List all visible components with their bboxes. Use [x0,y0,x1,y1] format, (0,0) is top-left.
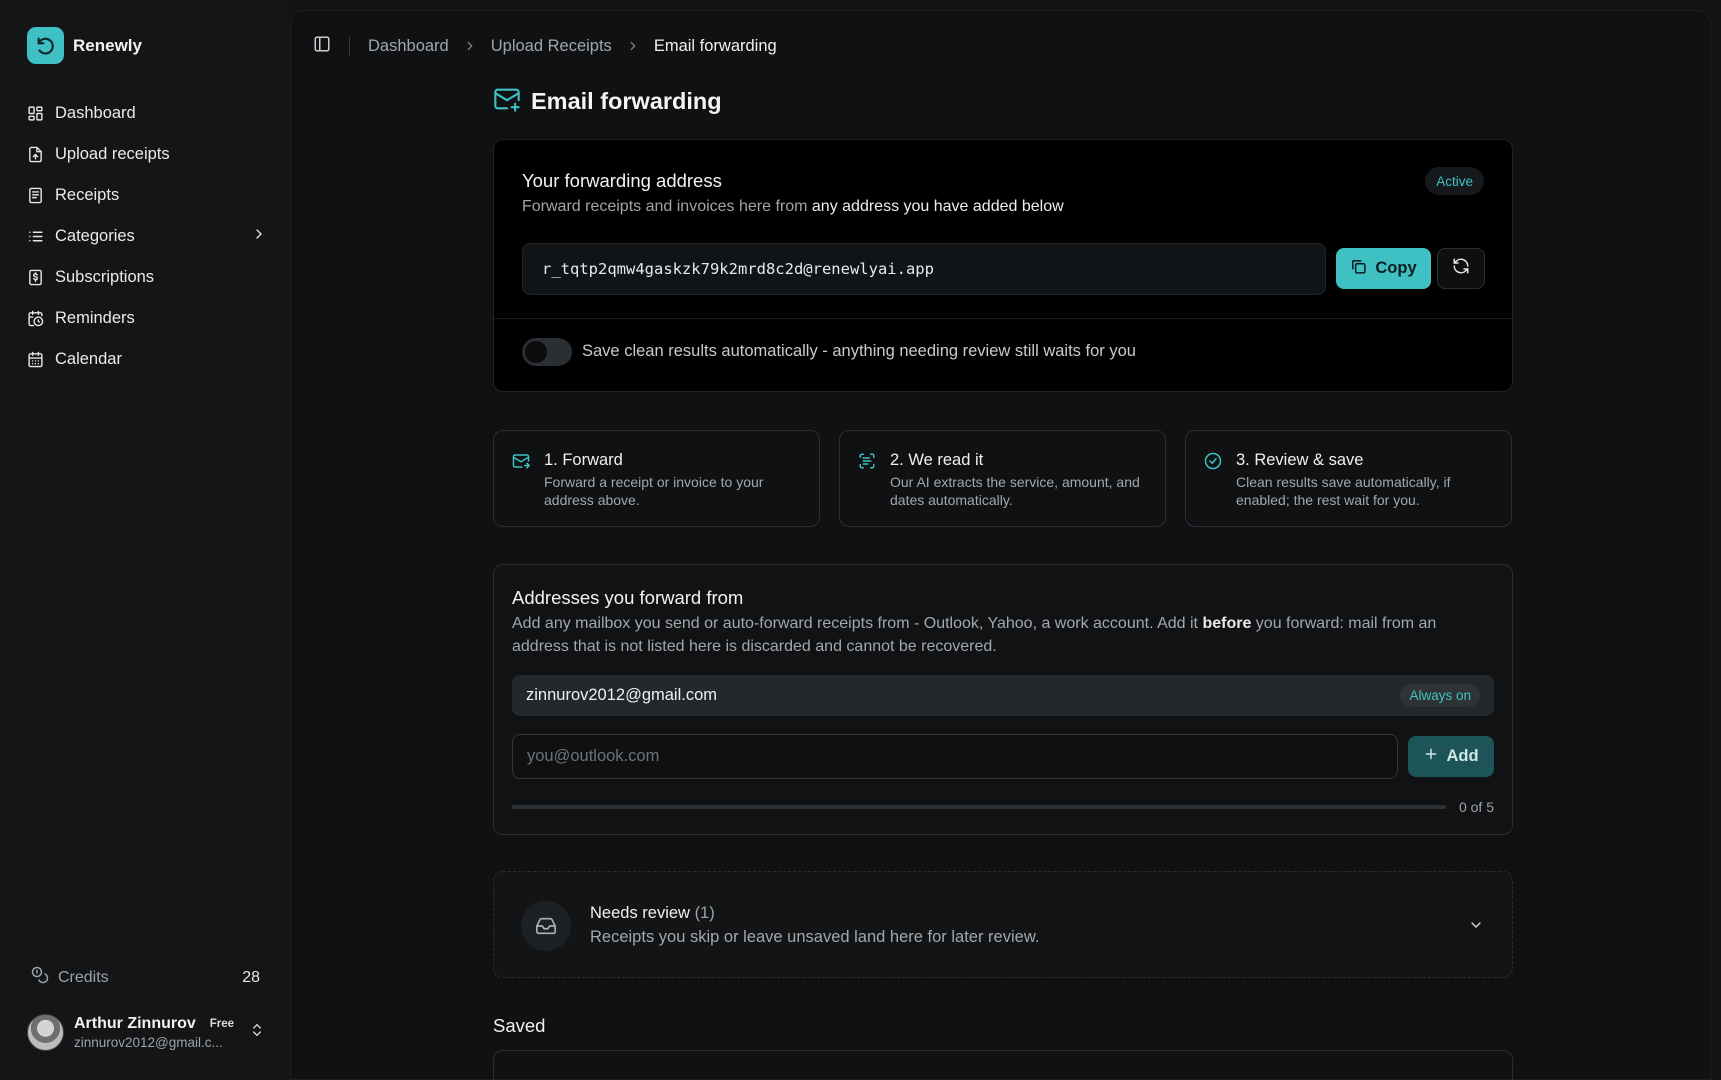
credits-label: Credits [58,968,109,986]
forwarding-address-field[interactable]: r_tqtp2qmw4gaskzk79k2mrd8c2d@renewlyai.a… [522,243,1326,295]
copy-icon [1350,258,1367,280]
forwarding-title: Your forwarding address [522,170,722,191]
list-icon [27,228,44,245]
sender-usage-bar [512,805,1446,809]
inbox-icon [521,901,571,951]
needs-review-subtitle: Receipts you skip or leave unsaved land … [590,928,1040,946]
main-panel: Dashboard Upload Receipts Email forwardi… [290,10,1711,1080]
senders-title: Addresses you forward from [512,587,744,608]
auto-save-toggle[interactable] [522,338,572,366]
credits-count: 28 [242,968,260,986]
how-it-works-steps: 1. Forward Forward a receipt or invoice … [493,430,1513,527]
dollar-file-icon [27,269,44,286]
senders-description: Add any mailbox you send or auto-forward… [512,615,1437,655]
dashboard-icon [27,105,44,122]
sidebar-item-receipts[interactable]: Receipts [27,175,267,216]
sidebar-item-calendar[interactable]: Calendar [27,339,267,380]
always-on-badge: Always on [1400,684,1480,707]
receipt-icon [27,187,44,204]
refresh-icon [1452,257,1470,280]
step-forward: 1. Forward Forward a receipt or invoice … [493,430,820,527]
divider [349,36,350,56]
needs-review-panel[interactable]: Needs review (1) Receipts you skip or le… [493,871,1513,978]
saved-list-card [493,1050,1513,1080]
saved-section-title: Saved [493,1015,546,1036]
copy-label: Copy [1375,259,1417,277]
avatar [27,1014,64,1051]
plus-icon [1423,746,1439,767]
sidebar-nav: Dashboard Upload receipts Receipts Categ… [27,93,267,380]
chevron-right-icon[interactable] [251,226,267,247]
sidebar-item-label: Calendar [55,350,122,368]
page-title: Email forwarding [531,87,722,114]
sidebar-item-categories[interactable]: Categories [27,216,267,257]
mail-icon [512,452,531,475]
chevrons-up-down-icon[interactable] [249,1022,265,1043]
sender-email-row: zinnurov2012@gmail.com Always on [512,675,1494,716]
auto-save-label: Save clean results automatically - anyth… [582,342,1136,360]
user-email: zinnurov2012@gmail.c... [74,1035,223,1050]
add-sender-button[interactable]: Add [1408,736,1494,777]
sender-email: zinnurov2012@gmail.com [526,686,718,704]
topbar: Dashboard Upload Receipts Email forwardi… [313,35,777,57]
scan-text-icon [858,452,876,475]
credits[interactable]: Credits 28 [31,966,260,989]
calendar-clock-icon [27,310,44,327]
breadcrumb: Dashboard Upload Receipts Email forwardi… [368,37,777,56]
add-sender-input[interactable] [512,734,1398,779]
step-read: 2. We read it Our AI extracts the servic… [839,430,1166,527]
brand-logo-icon [27,27,64,64]
breadcrumb-upload-receipts[interactable]: Upload Receipts [491,37,612,56]
user-menu[interactable]: Arthur Zinnurov Free zinnurov2012@gmail.… [27,1014,265,1051]
forwarding-subtitle: Forward receipts and invoices here from … [522,198,1064,215]
page-header: Email forwarding [493,83,1513,119]
breadcrumb-current: Email forwarding [653,36,777,55]
sidebar-item-label: Subscriptions [55,268,155,286]
file-upload-icon [27,146,44,163]
step-description: Clean results save automatically, if ena… [1236,474,1451,508]
chevron-right-icon [626,39,640,53]
sidebar-item-label: Upload receipts [55,145,170,163]
brand[interactable]: Renewly [27,27,142,64]
forwarding-address-card: Your forwarding address Forward receipts… [493,139,1513,392]
step-title: 2. We read it [890,451,984,469]
coins-icon [31,966,49,989]
mail-plus-icon [493,85,521,118]
sidebar-item-subscriptions[interactable]: Subscriptions [27,257,267,298]
sidebar: Renewly Dashboard Upload receipts Receip… [0,0,290,1080]
app-root: Renewly Dashboard Upload receipts Receip… [0,0,1721,1080]
sender-addresses-card: Addresses you forward from Add any mailb… [493,564,1513,835]
sidebar-item-label: Receipts [55,186,120,204]
step-title: 1. Forward [544,451,623,469]
sidebar-item-dashboard[interactable]: Dashboard [27,93,267,134]
user-info: Arthur Zinnurov Free zinnurov2012@gmail.… [74,1015,234,1050]
sidebar-toggle-icon[interactable] [313,35,331,58]
step-review: 3. Review & save Clean results save auto… [1185,430,1512,527]
user-name: Arthur Zinnurov [74,1015,196,1032]
sidebar-item-label: Categories [55,227,135,245]
sidebar-item-label: Reminders [55,309,135,327]
step-title: 3. Review & save [1236,451,1364,469]
step-description: Forward a receipt or invoice to your add… [544,474,764,508]
regenerate-button[interactable] [1437,248,1485,289]
calendar-icon [27,351,44,368]
step-description: Our AI extracts the service, amount, and… [890,474,1140,508]
chevron-down-icon[interactable] [1468,917,1484,938]
sidebar-item-label: Dashboard [55,104,136,122]
status-badge: Active [1425,167,1484,195]
breadcrumb-dashboard[interactable]: Dashboard [368,37,449,56]
sidebar-item-upload-receipts[interactable]: Upload receipts [27,134,267,175]
copy-button[interactable]: Copy [1336,248,1431,289]
sidebar-item-reminders[interactable]: Reminders [27,298,267,339]
check-circle-icon [1204,452,1222,475]
plan-badge: Free [209,1018,235,1030]
brand-name: Renewly [73,35,142,55]
chevron-right-icon [463,39,477,53]
divider [494,318,1512,319]
sender-usage-label: 0 of 5 [1458,799,1494,815]
page-content: Email forwarding Your forwarding address… [493,83,1513,1080]
add-label: Add [1446,747,1479,765]
needs-review-title: Needs review (1) [590,904,715,922]
